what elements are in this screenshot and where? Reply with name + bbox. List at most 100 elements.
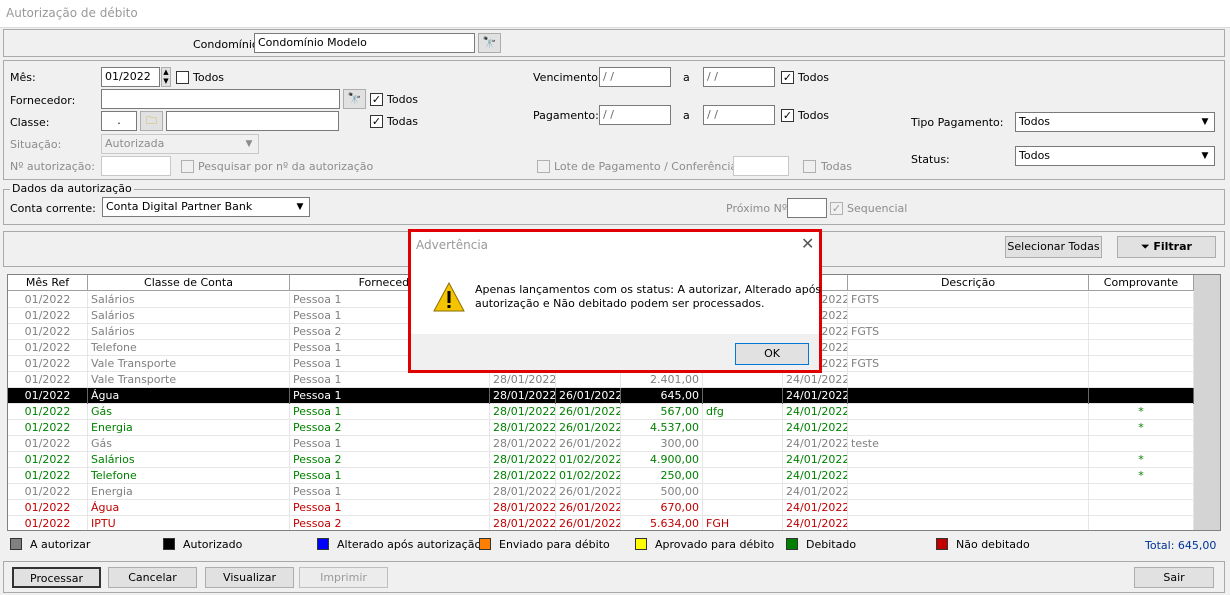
cell-venc: 24/01/2022 <box>783 436 848 452</box>
cell-d2: 01/02/2022 <box>556 468 621 484</box>
total-label: Total: 645,00 <box>1145 539 1217 552</box>
dialog-footer: OK <box>411 334 819 370</box>
grid-scrollbar[interactable] <box>1194 275 1220 530</box>
table-row[interactable]: 01/2022 Água Pessoa 1 28/01/2022 26/01/2022 6… <box>8 500 1194 516</box>
cell-forn: Pessoa 1 <box>290 404 490 420</box>
pesquisar-checkbox[interactable] <box>181 160 194 173</box>
cell-classe: Telefone <box>88 468 290 484</box>
pagamento-start-field[interactable]: / / <box>599 105 671 125</box>
conta-select[interactable]: Conta Digital Partner Bank ▼ <box>102 197 310 217</box>
status-select[interactable]: Todos ▼ <box>1015 146 1215 166</box>
cell-desc <box>848 372 1089 388</box>
advertencia-dialog: Advertência ✕ Apenas lançamentos com os … <box>408 229 822 373</box>
legend-swatch <box>786 538 798 550</box>
column-header[interactable]: Descrição <box>848 275 1089 291</box>
classe-name-field[interactable] <box>166 111 339 131</box>
cell-classe: IPTU <box>88 516 290 530</box>
fornecedor-todos-checkbox[interactable]: ✓ <box>370 93 383 106</box>
table-row[interactable]: 01/2022 Gás Pessoa 1 28/01/2022 26/01/2022 56… <box>8 404 1194 420</box>
cell-d2: 26/01/2022 <box>556 484 621 500</box>
lote-field[interactable] <box>733 156 789 176</box>
cell-classe: Salários <box>88 308 290 324</box>
column-header[interactable]: Mês Ref <box>8 275 88 291</box>
lote-checkbox[interactable] <box>537 160 550 173</box>
classe-label: Classe: <box>10 116 50 129</box>
cell-comp <box>1089 340 1194 356</box>
processar-button[interactable]: Processar <box>12 567 101 588</box>
cell-venc: 24/01/2022 <box>783 388 848 404</box>
cell-comp: * <box>1089 468 1194 484</box>
cell-desc <box>848 484 1089 500</box>
tipo-pagamento-select[interactable]: Todos ▼ <box>1015 112 1215 132</box>
binoculars-icon[interactable]: 🔭 <box>343 89 366 109</box>
cell-obs: dfg <box>703 404 783 420</box>
table-row[interactable]: 01/2022 Água Pessoa 1 28/01/2022 26/01/2022 6… <box>8 388 1194 404</box>
cell-mes: 01/2022 <box>8 308 88 324</box>
cell-d2: 26/01/2022 <box>556 420 621 436</box>
legend-label: A autorizar <box>30 538 91 551</box>
cell-desc: FGTS <box>848 356 1089 372</box>
ok-button[interactable]: OK <box>735 343 809 365</box>
vencimento-start-field[interactable]: / / <box>599 67 671 87</box>
cell-mes: 01/2022 <box>8 452 88 468</box>
num-autorizacao-field[interactable] <box>101 156 171 176</box>
cell-classe: Energia <box>88 484 290 500</box>
proximo-field[interactable] <box>787 198 827 218</box>
pagamento-todos-checkbox[interactable]: ✓ <box>781 109 794 122</box>
table-row[interactable]: 01/2022 Energia Pessoa 1 28/01/2022 26/01/20… <box>8 484 1194 500</box>
legend-label: Autorizado <box>183 538 243 551</box>
vencimento-end-field[interactable]: / / <box>703 67 775 87</box>
selecionar-todas-button[interactable]: Selecionar Todas <box>1005 236 1102 258</box>
pagamento-todos-label: Todos <box>798 109 830 122</box>
conta-value: Conta Digital Partner Bank <box>106 200 253 213</box>
table-row[interactable]: 01/2022 IPTU Pessoa 2 28/01/2022 26/01/2022 5… <box>8 516 1194 530</box>
sair-button[interactable]: Sair <box>1134 567 1214 588</box>
cell-d2: 26/01/2022 <box>556 516 621 530</box>
cancelar-button[interactable]: Cancelar <box>108 567 197 588</box>
folder-icon[interactable]: 🗀 <box>140 111 163 131</box>
lote-todas-checkbox[interactable] <box>803 160 816 173</box>
column-header[interactable]: Classe de Conta <box>88 275 290 291</box>
mes-field[interactable]: 01/2022 <box>101 67 160 87</box>
table-row[interactable]: 01/2022 Vale Transporte Pessoa 1 28/01/2022… <box>8 372 1194 388</box>
fornecedor-field[interactable] <box>101 89 340 109</box>
cell-venc: 24/01/2022 <box>783 516 848 530</box>
filtrar-button[interactable]: ⏷ Filtrar <box>1117 236 1216 258</box>
classe-code-field[interactable]: . <box>101 111 137 131</box>
imprimir-button[interactable]: Imprimir <box>299 567 388 588</box>
legend-label: Alterado após autorização <box>337 538 482 551</box>
cell-forn: Pessoa 1 <box>290 468 490 484</box>
status-value: Todos <box>1019 149 1051 162</box>
binoculars-icon[interactable]: 🔭 <box>478 33 501 53</box>
column-header[interactable]: Comprovante <box>1089 275 1194 291</box>
situacao-select[interactable]: Autorizada ▼ <box>101 134 259 154</box>
cell-mes: 01/2022 <box>8 500 88 516</box>
cell-comp <box>1089 308 1194 324</box>
cell-comp <box>1089 372 1194 388</box>
condominio-label: Condomínio: <box>193 38 263 51</box>
condominio-field[interactable]: Condomínio Modelo <box>254 33 475 53</box>
table-row[interactable]: 01/2022 Salários Pessoa 2 28/01/2022 01/02/2… <box>8 452 1194 468</box>
classe-todas-checkbox[interactable]: ✓ <box>370 115 383 128</box>
cell-desc <box>848 468 1089 484</box>
chevron-down-icon: ▼ <box>1201 117 1209 127</box>
visualizar-button[interactable]: Visualizar <box>205 567 294 588</box>
cell-d1: 28/01/2022 <box>490 388 556 404</box>
tipo-pagamento-value: Todos <box>1019 115 1051 128</box>
cell-venc: 24/01/2022 <box>783 420 848 436</box>
table-row[interactable]: 01/2022 Gás Pessoa 1 28/01/2022 26/01/2022 30… <box>8 436 1194 452</box>
mes-todos-checkbox[interactable] <box>176 71 189 84</box>
dialog-message-line1: Apenas lançamentos com os status: A auto… <box>475 283 822 296</box>
sequencial-checkbox[interactable]: ✓ <box>830 202 843 215</box>
table-row[interactable]: 01/2022 Energia Pessoa 2 28/01/2022 26/01/20… <box>8 420 1194 436</box>
mes-spinner[interactable]: ▲ ▼ <box>161 67 171 87</box>
table-row[interactable]: 01/2022 Telefone Pessoa 1 28/01/2022 01/02/2… <box>8 468 1194 484</box>
vencimento-label: Vencimento: <box>533 71 602 84</box>
pagamento-end-field[interactable]: / / <box>703 105 775 125</box>
cell-mes: 01/2022 <box>8 516 88 530</box>
cell-d2: 26/01/2022 <box>556 404 621 420</box>
cell-classe: Vale Transporte <box>88 356 290 372</box>
situacao-label: Situação: <box>10 138 62 151</box>
close-icon[interactable]: ✕ <box>801 234 814 253</box>
vencimento-todos-checkbox[interactable]: ✓ <box>781 71 794 84</box>
